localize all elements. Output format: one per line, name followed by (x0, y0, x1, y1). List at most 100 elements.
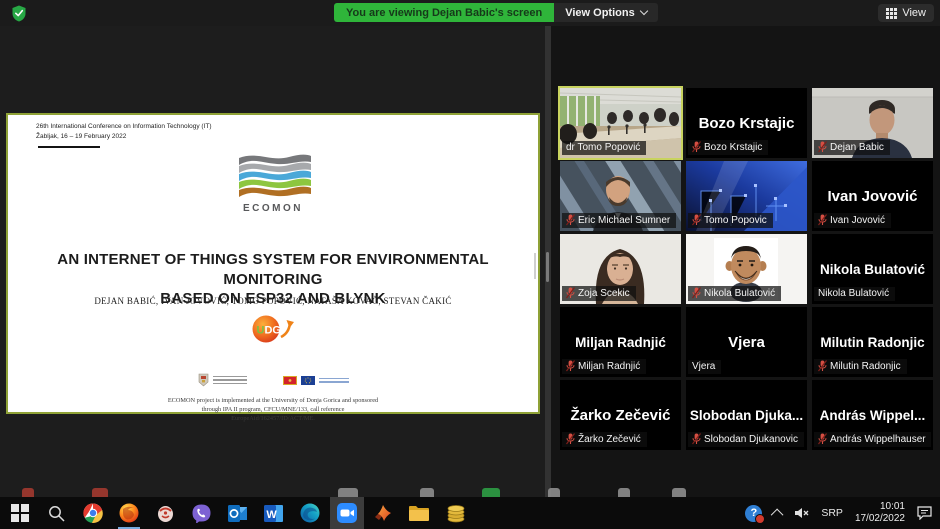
sponsor-logos (8, 373, 538, 387)
mic-muted-icon (818, 214, 827, 226)
participant-tile[interactable]: Tomo Popovic (686, 161, 807, 231)
participant-name-label: Tomo Popovic (688, 213, 773, 228)
record-partial-icon[interactable] (548, 488, 560, 497)
firefox-icon[interactable] (117, 501, 141, 525)
outlook-icon[interactable] (226, 501, 250, 525)
clock-date: 17/02/2022 (855, 513, 905, 524)
shared-screen-area: 26th International Conference on Informa… (0, 26, 545, 497)
participant-name-label: Nikola Bulatović (688, 286, 781, 301)
file-explorer-icon[interactable] (407, 501, 431, 525)
participant-tile[interactable]: Nikola Bulatović (686, 234, 807, 304)
language-indicator[interactable]: SRP (821, 507, 843, 519)
view-options-label: View Options (565, 7, 634, 19)
hidden-icons-chevron[interactable] (774, 509, 783, 518)
ecomon-logo-text: ECOMON (227, 203, 319, 214)
participant-tile[interactable]: Slobodan Djuka... Slobodan Djukanovic (686, 380, 807, 450)
participant-name-label: Vjera (688, 360, 721, 374)
participant-tile[interactable]: Dejan Babic (812, 88, 933, 158)
mic-muted-icon (566, 433, 575, 445)
participant-name-label: András Wippelhauser (814, 432, 931, 447)
participant-name-label: Ivan Jovović (814, 213, 891, 228)
participant-name-label: Miljan Radnjić (562, 359, 646, 374)
conference-header: 26th International Conference on Informa… (36, 122, 211, 142)
mic-muted-icon (692, 214, 701, 226)
slide-footer-text: ECOMON project is implemented at the Uni… (8, 396, 538, 423)
presentation-slide: 26th International Conference on Informa… (6, 113, 540, 414)
matlab-icon[interactable] (371, 501, 395, 525)
captions-partial-icon[interactable] (672, 488, 686, 497)
header-underline (38, 146, 100, 148)
udg-logo: UDG (250, 313, 296, 350)
mic-muted-icon (566, 287, 575, 299)
participant-tile[interactable]: VjeraVjera (686, 307, 807, 377)
search-icon[interactable] (44, 501, 68, 525)
participant-tile[interactable]: Nikola BulatovićNikola Bulatović (812, 234, 933, 304)
participant-name-label: Milutin Radonjic (814, 359, 907, 374)
ministry-text-lines (213, 374, 247, 387)
coins-app-icon[interactable] (444, 501, 468, 525)
zoom-icon[interactable] (335, 501, 359, 525)
mic-muted-icon (692, 433, 701, 445)
security-shield-icon[interactable] (11, 5, 27, 22)
taskbar-clock[interactable]: 10:01 17/02/2022 (855, 501, 905, 526)
system-tray: ? SRP 10:01 17/02/2022 (745, 497, 940, 529)
participant-tile[interactable]: Zoja Scekic (560, 234, 681, 304)
participant-tile[interactable]: Eric Michael Sumner (560, 161, 681, 231)
participant-name-label: Nikola Bulatović (814, 287, 895, 301)
participants-partial-icon[interactable] (338, 488, 358, 497)
mic-muted-partial-icon[interactable] (22, 488, 34, 497)
participant-name-label: Dejan Babic (814, 140, 890, 155)
meeting-top-bar: You are viewing Dejan Babic's screen Vie… (0, 0, 940, 26)
conference-name: 26th International Conference on Informa… (36, 122, 211, 132)
mic-muted-icon (692, 141, 701, 153)
participant-tile[interactable]: Ivan Jovović Ivan Jovović (812, 161, 933, 231)
slide-scrollbar[interactable] (534, 253, 536, 279)
gallery-grid: dr Tomo Popović Bozo Krstajic Bozo Krstaj… (560, 88, 933, 450)
conference-date-location: Žabljak, 16 – 19 February 2022 (36, 132, 211, 142)
reactions-partial-icon[interactable] (618, 488, 630, 497)
participant-tile[interactable]: Bozo Krstajic Bozo Krstajic (686, 88, 807, 158)
participant-tile[interactable]: Miljan Radnjić Miljan Radnjić (560, 307, 681, 377)
montenegro-flag-icon (283, 376, 297, 385)
share-screen-partial-icon[interactable] (482, 488, 500, 497)
view-button[interactable]: View (878, 4, 934, 22)
notification-badge (755, 514, 765, 524)
participant-name-label: dr Tomo Popović (562, 141, 646, 155)
chat-partial-icon[interactable] (420, 488, 434, 497)
divider-drag-handle[interactable] (546, 252, 549, 282)
chevron-down-icon (639, 7, 647, 15)
mic-muted-icon (692, 287, 701, 299)
viewing-screen-banner: You are viewing Dejan Babic's screen (334, 3, 554, 22)
participant-name-label: Slobodan Djukanovic (688, 432, 804, 447)
participant-tile[interactable]: András Wippel... András Wippelhauser (812, 380, 933, 450)
participant-name-label: Eric Michael Sumner (562, 213, 676, 228)
participant-tile[interactable]: Žarko Zečević Žarko Zečević (560, 380, 681, 450)
edge-icon[interactable] (298, 501, 322, 525)
slide-authors: DEJAN BABIĆ, IVAN JOVOVIĆ, TOMO POPOVIĆ,… (8, 296, 538, 306)
participant-name-label: Zoja Scekic (562, 286, 636, 301)
clock-time: 10:01 (880, 501, 905, 512)
video-off-partial-icon[interactable] (92, 488, 108, 497)
participants-gallery: dr Tomo Popović Bozo Krstajic Bozo Krstaj… (551, 26, 940, 497)
chrome-icon[interactable] (81, 501, 105, 525)
mic-muted-icon (566, 360, 575, 372)
panel-divider (545, 26, 551, 497)
volume-muted-icon[interactable] (795, 507, 809, 519)
svg-text:W: W (266, 509, 277, 521)
action-center-icon[interactable] (917, 506, 932, 520)
help-tray-icon[interactable]: ? (745, 505, 762, 522)
word-icon[interactable]: W (262, 501, 286, 525)
ministry-emblem-logo (198, 373, 247, 387)
start-icon[interactable] (8, 501, 32, 525)
participant-tile[interactable]: Milutin Radonjic Milutin Radonjic (812, 307, 933, 377)
remote-desktop-icon[interactable] (153, 501, 177, 525)
view-options-button[interactable]: View Options (554, 3, 657, 22)
eu-montenegro-logos (283, 376, 349, 385)
windows-taskbar: W ? SRP 10:01 17/02/2022 (0, 497, 940, 529)
mic-muted-icon (818, 141, 827, 153)
participant-tile[interactable]: dr Tomo Popović (560, 88, 681, 158)
viber-icon[interactable] (190, 501, 214, 525)
svg-text:UDG: UDG (257, 325, 281, 337)
participant-name-label: Bozo Krstajic (688, 140, 768, 155)
mic-muted-icon (818, 360, 827, 372)
